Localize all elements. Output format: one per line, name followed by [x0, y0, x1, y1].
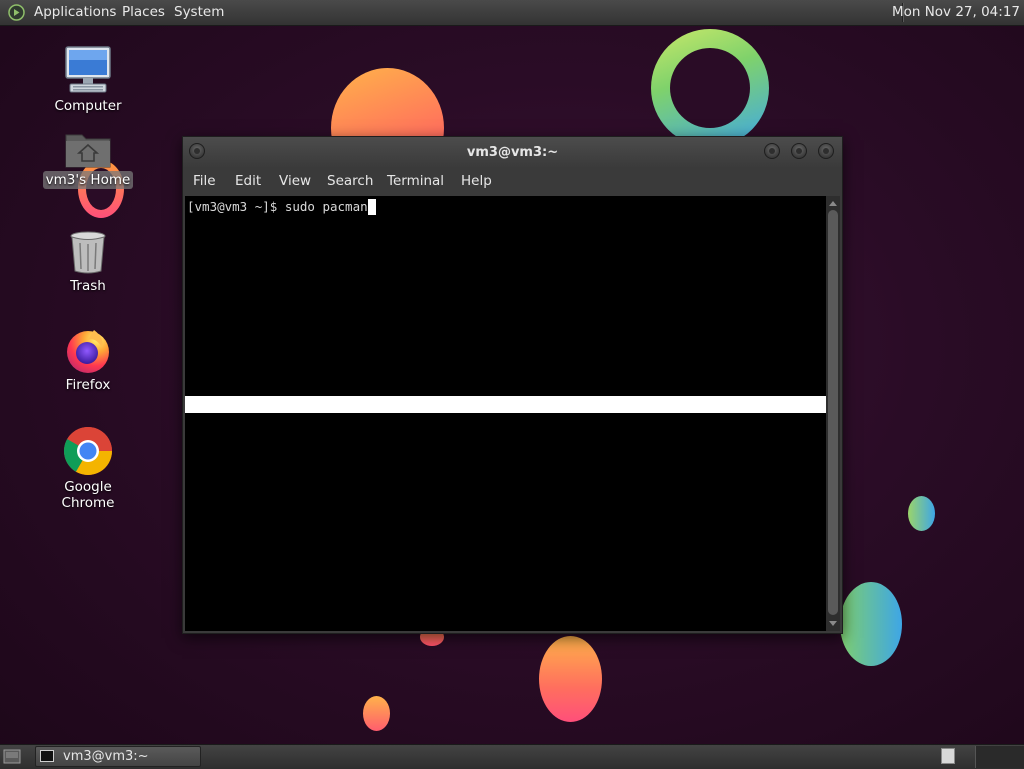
taskbar-button-label: vm3@vm3:~ — [63, 749, 149, 764]
terminal-window[interactable]: vm3@vm3:~ File Edit View Search Terminal… — [182, 136, 843, 634]
trash-icon — [70, 231, 106, 274]
firefox-icon — [67, 330, 109, 373]
menu-search[interactable]: Search — [327, 168, 373, 195]
desktop-icon-label: Computer — [54, 98, 122, 114]
wallpaper-orange-bubble-small — [363, 696, 390, 731]
wallpaper-ring-shape — [651, 29, 769, 147]
computer-icon — [65, 46, 111, 93]
menu-places[interactable]: Places — [122, 0, 165, 25]
terminal-command-text: [vm3@vm3 ~]$ sudo pacman — [187, 199, 368, 214]
text-cursor — [367, 199, 376, 215]
window-titlebar[interactable]: vm3@vm3:~ — [183, 137, 842, 168]
menu-terminal[interactable]: Terminal — [387, 168, 444, 195]
menu-help[interactable]: Help — [461, 168, 492, 195]
menu-applications[interactable]: Applications — [34, 0, 116, 25]
desktop-icon-home[interactable]: vm3's Home — [33, 129, 143, 189]
scroll-down-arrow-icon[interactable] — [829, 621, 837, 626]
terminal-highlight-band — [185, 396, 826, 413]
menu-view[interactable]: View — [279, 168, 311, 195]
wallpaper-blue-bubble-large — [840, 582, 902, 666]
desktop: Computer vm3's Home Trash Firefox Google… — [0, 0, 1024, 768]
workspace-switcher-1[interactable] — [941, 748, 955, 764]
desktop-icon-computer[interactable]: Computer — [33, 45, 143, 115]
bottom-panel: vm3@vm3:~ — [0, 744, 1024, 769]
window-title: vm3@vm3:~ — [466, 145, 559, 160]
desktop-icon-firefox[interactable]: Firefox — [33, 326, 143, 394]
minimize-button[interactable] — [764, 143, 780, 159]
desktop-icon-label: vm3's Home — [42, 171, 134, 189]
top-panel: Applications Places System Mon Nov 27, 0… — [0, 0, 1024, 26]
show-desktop-icon[interactable] — [3, 749, 21, 764]
scrollbar-thumb[interactable] — [828, 210, 838, 615]
terminal-scrollbar[interactable] — [826, 196, 840, 631]
scroll-up-arrow-icon[interactable] — [829, 201, 837, 206]
terminal-menubar: File Edit View Search Terminal Help — [183, 168, 842, 195]
desktop-icon-label: Google Chrome — [61, 479, 115, 511]
taskbar-button-terminal[interactable]: vm3@vm3:~ — [35, 746, 201, 767]
terminal-text-area[interactable]: [vm3@vm3 ~]$ sudo pacman — [185, 196, 826, 631]
wallpaper-blue-bubble-small — [908, 496, 935, 531]
home-folder-icon — [65, 134, 111, 168]
applications-menu-icon[interactable] — [8, 4, 25, 21]
desktop-icon-label: Trash — [70, 278, 106, 294]
chrome-icon — [63, 426, 113, 476]
close-button[interactable] — [818, 143, 834, 159]
wallpaper-orange-bubble-mid — [539, 636, 602, 722]
terminal-prompt-line: [vm3@vm3 ~]$ sudo pacman — [187, 199, 376, 215]
maximize-button[interactable] — [791, 143, 807, 159]
menu-file[interactable]: File — [193, 168, 216, 195]
clock[interactable]: Mon Nov 27, 04:17 — [892, 0, 1020, 25]
desktop-icon-label: Firefox — [65, 377, 111, 393]
menu-system[interactable]: System — [174, 0, 224, 25]
desktop-icon-trash[interactable]: Trash — [33, 229, 143, 295]
desktop-icon-chrome[interactable]: Google Chrome — [33, 426, 143, 512]
workspace-switcher-2[interactable] — [975, 746, 1024, 768]
terminal-icon — [40, 750, 54, 762]
menu-edit[interactable]: Edit — [235, 168, 261, 195]
